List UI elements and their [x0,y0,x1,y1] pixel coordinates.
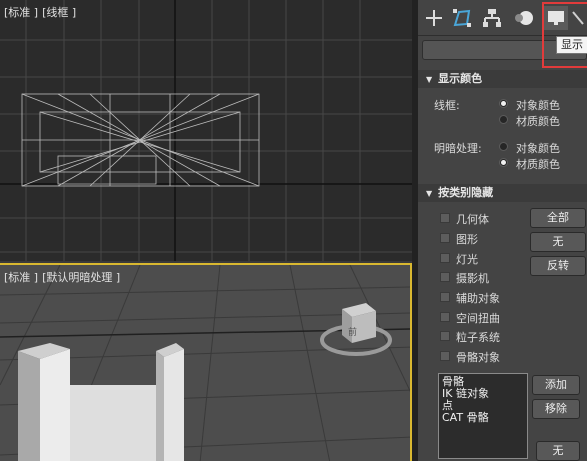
tab-motion[interactable] [512,6,536,30]
category-label-space-warps[interactable]: 空间扭曲 [456,310,500,326]
top-viewport[interactable]: [标准 ] [线框 ] [0,0,412,261]
category-label-shapes[interactable]: 图形 [456,231,478,247]
category-label-bone-objects[interactable]: 骨骼对象 [456,349,500,365]
hierarchy-icon [483,9,501,27]
category-list[interactable]: 骨骼 IK 链对象 点 CAT 骨骼 [438,373,528,459]
list-item[interactable]: IK 链对象 [442,388,524,400]
viewport-shading-standard[interactable]: [标准 ] [4,271,38,284]
viewport-shading-mode[interactable]: [线框 ] [42,6,76,19]
wireframe-object-color-label[interactable]: 对象颜色 [516,97,560,113]
shaded-material-color-label[interactable]: 材质颜色 [516,156,560,172]
modify-icon [453,9,471,27]
tab-hierarchy[interactable] [480,6,504,30]
category-label-helpers[interactable]: 辅助对象 [456,290,500,306]
rollout-hide-by-category[interactable]: ▼ 按类别隐藏 [418,184,587,202]
category-checkbox-geometry[interactable] [440,213,450,223]
category-checkbox-space-warps[interactable] [440,312,450,322]
tab-modify[interactable] [450,6,474,30]
category-checkbox-helpers[interactable] [440,292,450,302]
viewport-shading-standard[interactable]: [标准 ] [4,6,38,19]
category-label-lights[interactable]: 灯光 [456,251,478,267]
category-label-geometry[interactable]: 几何体 [456,211,489,227]
remove-button[interactable]: 移除 [532,399,580,419]
category-checkbox-cameras[interactable] [440,272,450,282]
category-checkbox-lights[interactable] [440,253,450,263]
shaded-object-color-radio[interactable] [499,142,508,151]
shaded-material-color-radio[interactable] [499,158,508,167]
add-button[interactable]: 添加 [532,375,580,395]
wireframe-material-color-label[interactable]: 材质颜色 [516,113,560,129]
top-viewport-label[interactable]: [标准 ] [线框 ] [4,4,80,20]
rollout-title: 显示颜色 [438,72,483,85]
collapse-triangle-icon: ▼ [426,189,433,198]
highlight-box [542,2,587,68]
category-label-cameras[interactable]: 摄影机 [456,270,489,286]
viewcube-face-label[interactable]: 前 [348,325,357,338]
display-tooltip: 显示 [556,36,587,54]
none-button[interactable]: 无 [530,232,586,252]
wireframe-object-color-radio[interactable] [499,99,508,108]
wireframe-label: 线框: [434,99,460,112]
shaded-object-color-label[interactable]: 对象颜色 [516,140,560,156]
category-checkbox-bone-objects[interactable] [440,351,450,361]
invert-button[interactable]: 反转 [530,256,586,276]
perspective-scene [0,265,410,461]
top-viewport-scene [0,0,412,261]
perspective-viewport-label[interactable]: [标准 ] [默认明暗处理 ] [4,269,124,285]
category-label-particle-systems[interactable]: 粒子系统 [456,329,500,345]
plus-icon [426,10,442,26]
viewport-shading-mode[interactable]: [默认明暗处理 ] [42,271,120,284]
rollout-display-color[interactable]: ▼ 显示颜色 [418,70,587,88]
wireframe-material-color-radio[interactable] [499,115,508,124]
all-button[interactable]: 全部 [530,208,586,228]
perspective-viewport[interactable]: [标准 ] [默认明暗处理 ] 前 [0,263,412,461]
category-checkbox-shapes[interactable] [440,233,450,243]
rollout-title: 按类别隐藏 [438,186,494,199]
collapse-triangle-icon: ▼ [426,75,433,84]
tab-create[interactable] [422,6,446,30]
none-button-2[interactable]: 无 [536,441,580,461]
motion-icon [515,11,533,25]
shaded-label: 明暗处理: [434,142,482,155]
list-item[interactable]: CAT 骨骼 [442,412,524,424]
category-checkbox-particle-systems[interactable] [440,331,450,341]
